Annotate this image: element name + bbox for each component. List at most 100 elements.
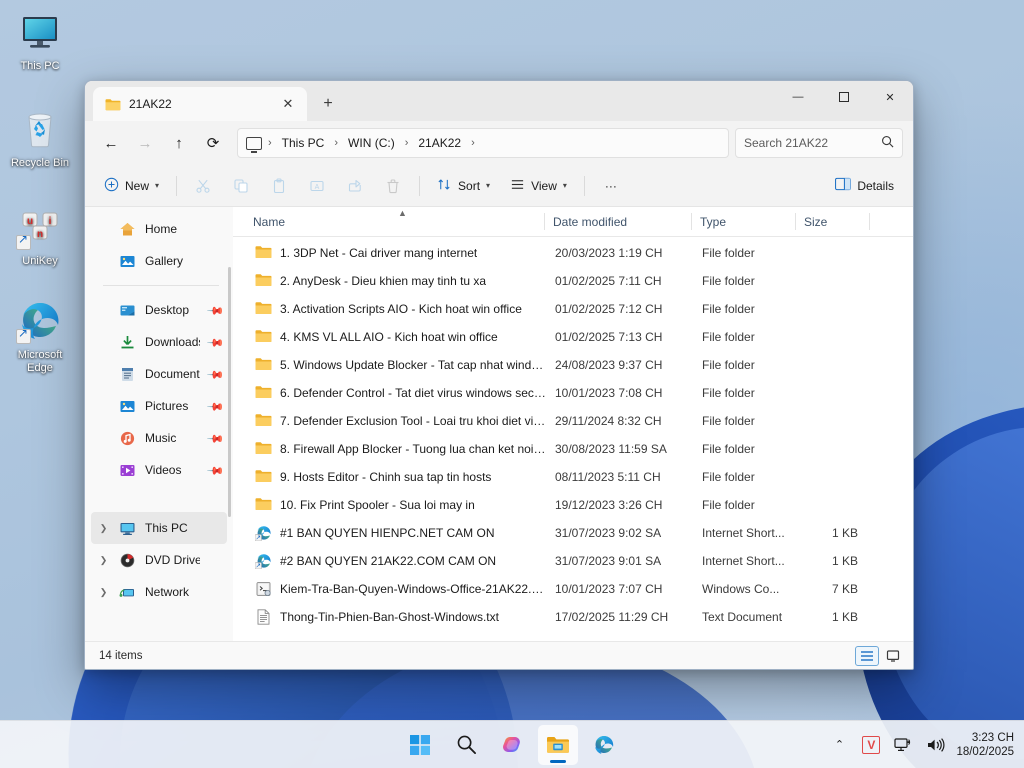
sidebar-item-desktop[interactable]: Desktop 📌 — [91, 294, 227, 326]
table-row[interactable]: 4. KMS VL ALL AIO - Kich hoat win office… — [235, 323, 911, 351]
breadcrumb-separator-icon: › — [333, 137, 339, 149]
start-button[interactable] — [400, 725, 440, 765]
pin-icon[interactable]: 📌 — [206, 429, 224, 447]
forward-button[interactable]: → — [129, 128, 161, 158]
scissors-icon — [195, 178, 211, 194]
date-modified-cell: 01/02/2025 7:11 CH — [547, 274, 694, 288]
table-row[interactable]: 2. AnyDesk - Dieu khien may tinh tu xa01… — [235, 267, 911, 295]
desktop-icon-unikey[interactable]: u i n UniKey — [1, 203, 79, 268]
chevron-right-icon[interactable]: ❯ — [97, 523, 110, 534]
folder-icon — [255, 441, 272, 457]
more-options-button[interactable]: ··· — [593, 171, 629, 201]
maximize-button[interactable] — [821, 81, 867, 113]
sort-button[interactable]: Sort ▾ — [428, 171, 499, 201]
microsoft-edge-icon — [592, 733, 616, 757]
chevron-right-icon[interactable]: ❯ — [97, 555, 110, 566]
tab-21ak22[interactable]: 21AK22 ✕ — [93, 87, 307, 121]
table-row[interactable]: 6. Defender Control - Tat diet virus win… — [235, 379, 911, 407]
pin-icon[interactable]: 📌 — [206, 461, 224, 479]
date-modified-cell: 10/01/2023 7:08 CH — [547, 386, 694, 400]
refresh-button[interactable]: ⟳ — [197, 128, 229, 158]
table-row[interactable]: Kiem-Tra-Ban-Quyen-Windows-Office-21AK22… — [235, 575, 911, 603]
table-row[interactable]: 5. Windows Update Blocker - Tat cap nhat… — [235, 351, 911, 379]
back-button[interactable]: ← — [95, 128, 127, 158]
folder-icon — [255, 357, 272, 373]
volume-icon[interactable] — [924, 734, 946, 756]
column-header-size[interactable]: Size — [796, 207, 870, 236]
column-header-date-modified[interactable]: Date modified — [545, 207, 692, 236]
desktop-icon-microsoft-edge[interactable]: Microsoft Edge — [1, 297, 79, 375]
copilot-button[interactable] — [492, 725, 532, 765]
minimize-button[interactable]: — — [775, 81, 821, 113]
cut-button[interactable] — [185, 171, 221, 201]
copy-button[interactable] — [223, 171, 259, 201]
sidebar-item-documents[interactable]: Documents 📌 — [91, 358, 227, 390]
table-row[interactable]: ↗#1 BAN QUYEN HIENPC.NET CAM ON31/07/202… — [235, 519, 911, 547]
address-bar[interactable]: › This PC › WIN (C:) › 21AK22 › — [237, 128, 729, 158]
edge-button[interactable] — [584, 725, 624, 765]
table-row[interactable]: 3. Activation Scripts AIO - Kich hoat wi… — [235, 295, 911, 323]
network-icon[interactable] — [892, 734, 914, 756]
column-header-type[interactable]: Type — [692, 207, 796, 236]
window-controls: — ✕ — [775, 81, 913, 113]
table-row[interactable]: ↗#2 BAN QUYEN 21AK22.COM CAM ON31/07/202… — [235, 547, 911, 575]
view-button[interactable]: View ▾ — [501, 171, 576, 201]
rename-button[interactable]: A — [299, 171, 335, 201]
sidebar-item-this-pc[interactable]: ❯ This PC — [91, 512, 227, 544]
sidebar-item-home[interactable]: Home — [91, 213, 227, 245]
table-row[interactable]: 7. Defender Exclusion Tool - Loai tru kh… — [235, 407, 911, 435]
sidebar-scrollbar[interactable] — [228, 267, 231, 517]
system-tray: ⌃ V 3:23 CH 18/02/2025 — [828, 731, 1014, 759]
file-explorer-button[interactable] — [538, 725, 578, 765]
search-button[interactable] — [446, 725, 486, 765]
type-cell: File folder — [694, 498, 798, 512]
up-button[interactable]: ↑ — [163, 128, 195, 158]
share-button[interactable] — [337, 171, 373, 201]
column-header-name[interactable]: Name — [245, 207, 545, 236]
table-row[interactable]: 8. Firewall App Blocker - Tuong lua chan… — [235, 435, 911, 463]
file-name-label: 5. Windows Update Blocker - Tat cap nhat… — [280, 358, 547, 372]
close-button[interactable]: ✕ — [867, 81, 913, 113]
svg-text:↗: ↗ — [256, 563, 261, 569]
pin-icon[interactable]: 📌 — [206, 365, 224, 383]
sidebar-item-videos[interactable]: Videos 📌 — [91, 454, 227, 486]
table-row[interactable]: 9. Hosts Editor - Chinh sua tap tin host… — [235, 463, 911, 491]
sidebar-item-network[interactable]: ❯ Network — [91, 576, 227, 608]
sidebar-item-label: DVD Drive (E:) W — [145, 553, 200, 567]
pin-icon[interactable]: 📌 — [206, 333, 224, 351]
pin-icon[interactable]: 📌 — [206, 397, 224, 415]
pin-icon[interactable]: 📌 — [206, 301, 224, 319]
sidebar-item-gallery[interactable]: Gallery — [91, 245, 227, 277]
details-view-button[interactable] — [855, 646, 879, 666]
unikey-tray-icon[interactable]: V — [860, 734, 882, 756]
sidebar-item-dvd-drive[interactable]: ❯ DVD Drive (E:) W — [91, 544, 227, 576]
tray-chevron-icon[interactable]: ⌃ — [828, 734, 850, 756]
desktop-icon-this-pc[interactable]: This PC — [1, 8, 79, 73]
search-input[interactable]: Search 21AK22 — [735, 128, 903, 158]
new-button[interactable]: New ▾ — [95, 171, 168, 201]
new-button-label: New — [125, 179, 149, 193]
date-modified-cell: 10/01/2023 7:07 CH — [547, 582, 694, 596]
breadcrumb-21ak22[interactable]: 21AK22 — [411, 133, 468, 153]
breadcrumb-this-pc[interactable]: This PC — [275, 133, 332, 153]
new-tab-button[interactable]: + — [315, 92, 341, 116]
sidebar-item-music[interactable]: Music 📌 — [91, 422, 227, 454]
desktop-icon-recycle-bin[interactable]: Recycle Bin — [1, 105, 79, 170]
tab-close-icon[interactable]: ✕ — [275, 92, 301, 116]
table-row[interactable]: 10. Fix Print Spooler - Sua loi may in19… — [235, 491, 911, 519]
taskbar-clock[interactable]: 3:23 CH 18/02/2025 — [956, 731, 1014, 759]
sidebar-item-downloads[interactable]: Downloads 📌 — [91, 326, 227, 358]
sidebar-item-pictures[interactable]: Pictures 📌 — [91, 390, 227, 422]
this-pc-icon — [16, 8, 64, 56]
large-icons-view-button[interactable] — [881, 646, 905, 666]
chevron-right-icon[interactable]: ❯ — [97, 587, 110, 598]
breadcrumb-win-c[interactable]: WIN (C:) — [341, 133, 402, 153]
details-pane-button[interactable]: Details — [826, 171, 903, 201]
table-row[interactable]: 1. 3DP Net - Cai driver mang internet20/… — [235, 239, 911, 267]
delete-button[interactable] — [375, 171, 411, 201]
sidebar-item-label: Music — [145, 431, 200, 445]
paste-button[interactable] — [261, 171, 297, 201]
type-cell: Internet Short... — [694, 526, 798, 540]
table-row[interactable]: Thong-Tin-Phien-Ban-Ghost-Windows.txt17/… — [235, 603, 911, 631]
file-name-cell: 3. Activation Scripts AIO - Kich hoat wi… — [247, 301, 547, 317]
